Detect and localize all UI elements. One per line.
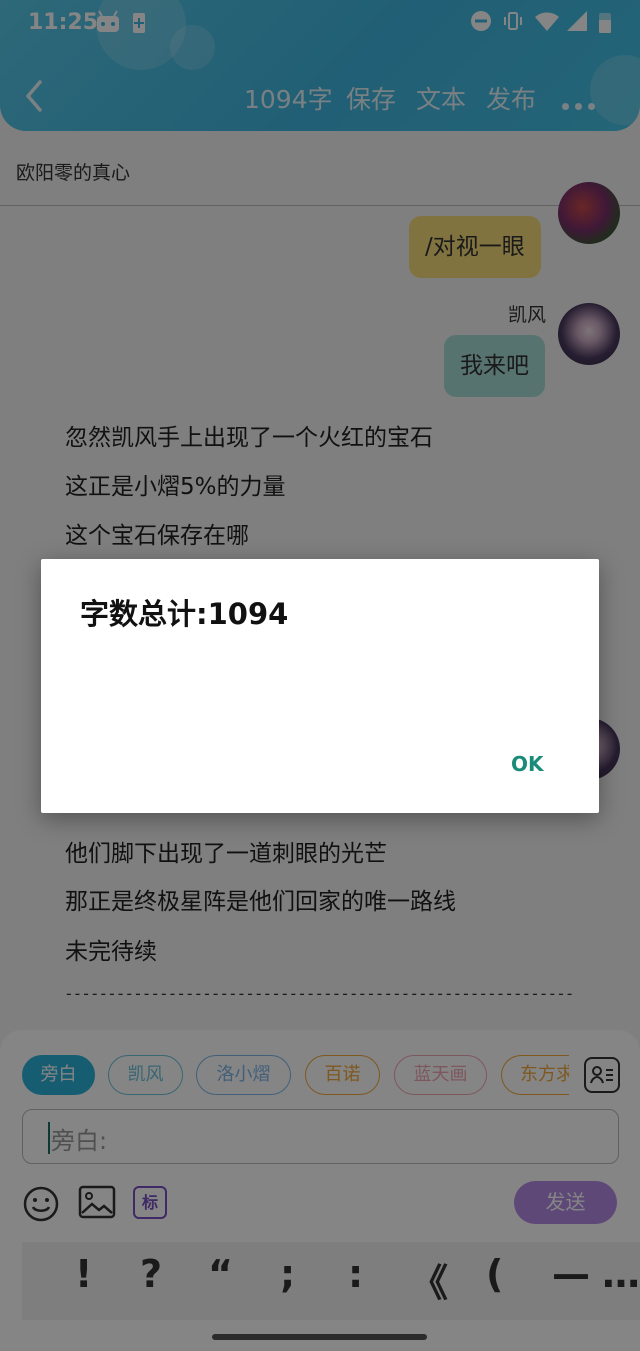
dialog-title: 字数总计:1094 (80, 597, 289, 631)
ok-button[interactable]: OK (511, 752, 544, 776)
word-count-dialog: 字数总计:1094 OK (41, 559, 599, 813)
